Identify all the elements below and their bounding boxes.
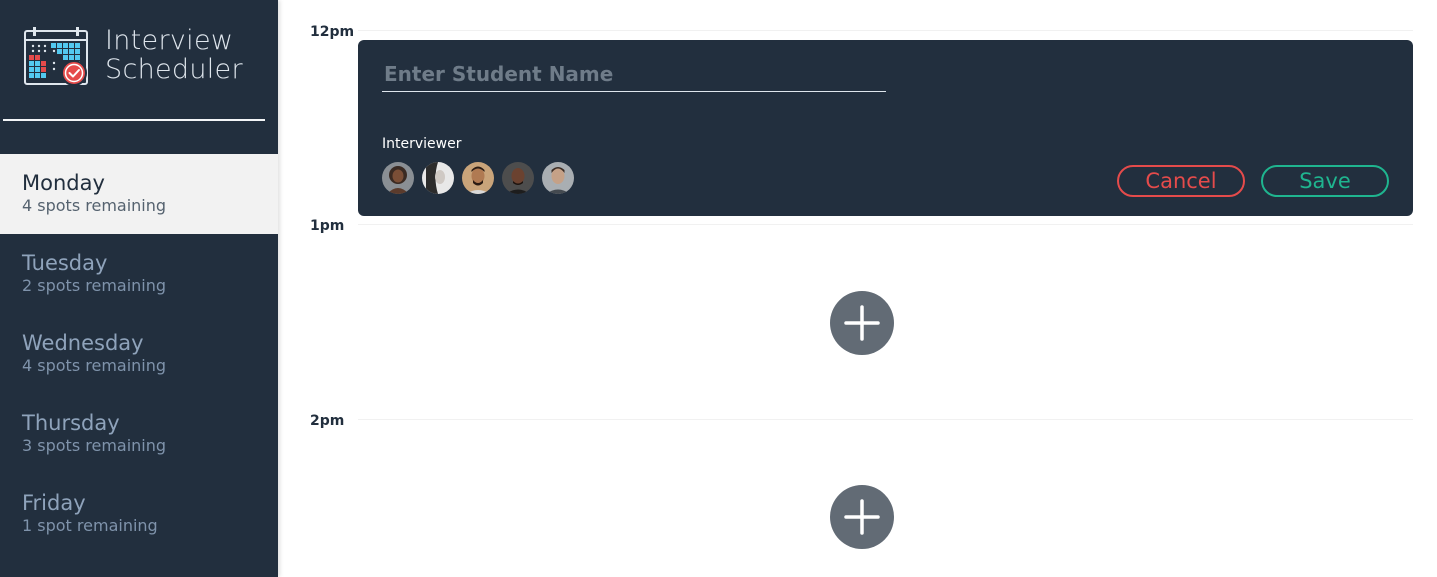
day-list: Monday 4 spots remaining Tuesday 2 spots… (0, 154, 278, 554)
cancel-button[interactable]: Cancel (1117, 165, 1245, 197)
day-spots-remaining: 3 spots remaining (22, 436, 167, 455)
app-title-line2: Scheduler (105, 54, 243, 85)
hour-divider (358, 30, 1413, 31)
day-spots-remaining: 1 spot remaining (22, 516, 158, 535)
interviewer-avatar[interactable] (542, 162, 574, 194)
interviewer-avatar[interactable] (422, 162, 454, 194)
interviewer-avatar[interactable] (462, 162, 494, 194)
save-button[interactable]: Save (1261, 165, 1389, 197)
day-name: Monday (22, 171, 105, 195)
day-item-thursday[interactable]: Thursday 3 spots remaining (0, 394, 278, 474)
sidebar-divider (3, 119, 265, 121)
day-item-wednesday[interactable]: Wednesday 4 spots remaining (0, 314, 278, 394)
day-name: Tuesday (22, 251, 108, 275)
interviewer-label: Interviewer (382, 136, 462, 152)
time-label-1pm: 1pm (310, 218, 345, 234)
calendar-logo-icon (24, 27, 88, 86)
hour-divider (358, 224, 1413, 225)
day-spots-remaining: 2 spots remaining (22, 276, 167, 295)
day-name: Thursday (22, 411, 120, 435)
plus-icon (844, 499, 880, 535)
day-spots-remaining: 4 spots remaining (22, 196, 167, 215)
add-appointment-button[interactable] (830, 291, 894, 355)
day-item-monday[interactable]: Monday 4 spots remaining (0, 154, 278, 234)
app-title: Interview Scheduler (105, 26, 243, 84)
interviewer-avatar[interactable] (382, 162, 414, 194)
app-logo: Interview Scheduler (24, 26, 274, 90)
student-name-input[interactable] (382, 60, 886, 92)
day-name: Wednesday (22, 331, 144, 355)
appointment-form: Interviewer (358, 40, 1413, 216)
time-label-2pm: 2pm (310, 413, 345, 429)
day-spots-remaining: 4 spots remaining (22, 356, 167, 375)
hour-divider (358, 419, 1413, 420)
day-item-friday[interactable]: Friday 1 spot remaining (0, 474, 278, 554)
app-title-line1: Interview (105, 25, 234, 56)
add-appointment-button[interactable] (830, 485, 894, 549)
day-name: Friday (22, 491, 86, 515)
interviewer-list (382, 162, 574, 194)
day-item-tuesday[interactable]: Tuesday 2 spots remaining (0, 234, 278, 314)
plus-icon (844, 305, 880, 341)
sidebar: Interview Scheduler Monday 4 spots remai… (0, 0, 278, 577)
time-label-12pm: 12pm (310, 24, 355, 40)
interviewer-avatar[interactable] (502, 162, 534, 194)
